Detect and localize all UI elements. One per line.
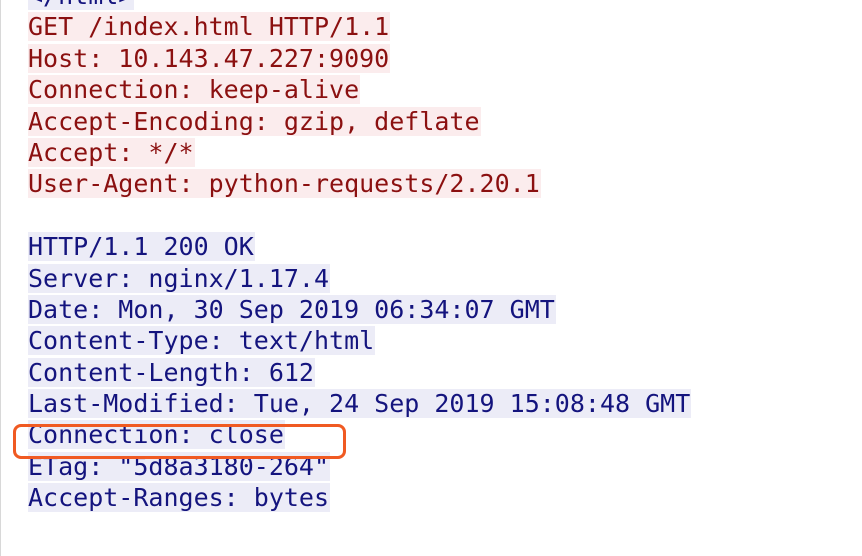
response-header-content-type: Content-Type: text/html bbox=[28, 326, 376, 356]
response-header-server: Server: nginx/1.17.4 bbox=[28, 263, 331, 293]
response-header-accept-ranges: Accept-Ranges: bytes bbox=[28, 483, 331, 513]
response-status-line: HTTP/1.1 200 OK bbox=[28, 232, 255, 262]
response-header-last-modified: Last-Modified: Tue, 24 Sep 2019 15:08:48… bbox=[28, 389, 692, 419]
stream-separator bbox=[28, 200, 862, 231]
connection-close-highlight-box bbox=[13, 424, 346, 459]
previous-stream-line: </html> bbox=[28, 0, 862, 11]
request-header-connection: Connection: keep-alive bbox=[28, 75, 361, 105]
response-header-date: Date: Mon, 30 Sep 2019 06:34:07 GMT bbox=[28, 294, 556, 324]
window-edge bbox=[0, 0, 1, 556]
request-line: GET /index.html HTTP/1.1 bbox=[28, 12, 391, 42]
request-header-accept: Accept: */* bbox=[28, 137, 195, 167]
request-header-user-agent: User-Agent: python-requests/2.20.1 bbox=[28, 169, 541, 199]
request-header-accept-encoding: Accept-Encoding: gzip, deflate bbox=[28, 106, 481, 136]
response-header-content-length: Content-Length: 612 bbox=[28, 357, 315, 387]
request-header-host: Host: 10.143.47.227:9090 bbox=[28, 43, 391, 73]
